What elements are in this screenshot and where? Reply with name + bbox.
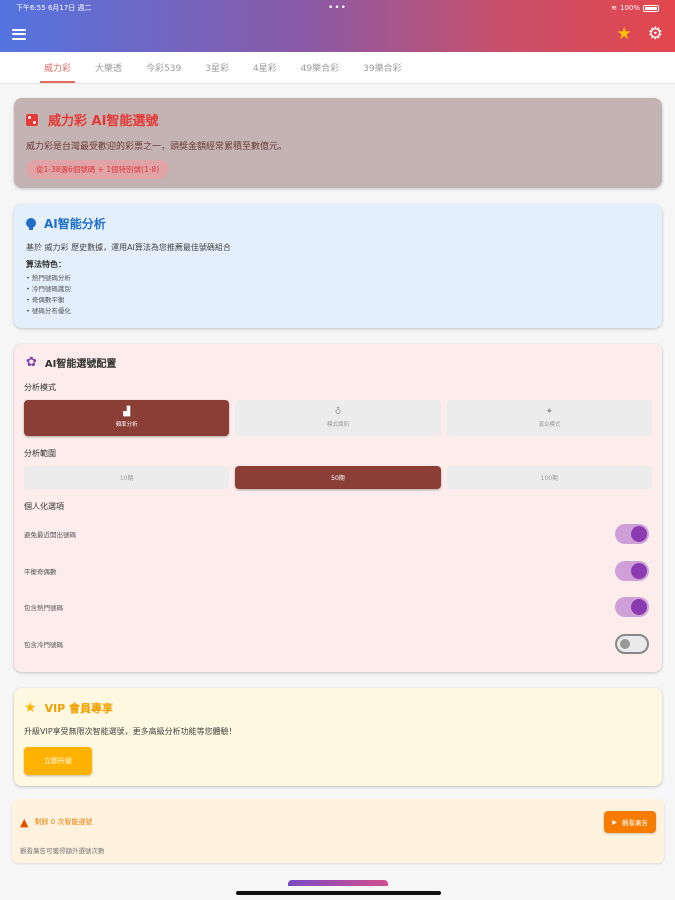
intro-title: 威力彩 AI智能選號 <box>48 114 159 129</box>
option-row: 包含冷門號碼 <box>24 626 652 663</box>
intro-description: 威力彩是台灣最受歡迎的彩票之一，頭獎金額經常累積至數億元。 <box>26 142 288 152</box>
ad-note: 觀看廣告可獲得額外選號次數 <box>20 847 105 855</box>
lottery-tabs: 威力彩 大樂透 今彩539 3星彩 4星彩 49樂合彩 39樂合彩 <box>0 52 675 84</box>
remaining-count: 剩餘 0 次智能選號 <box>34 818 93 826</box>
option-label: 包含熱門號碼 <box>24 604 63 613</box>
option-row: 避免最近開出號碼 <box>24 516 652 553</box>
option-label: 平衡奇偶數 <box>24 567 57 576</box>
intro-title-row: 威力彩 AI智能選號 <box>26 110 650 129</box>
mode-hybrid-button[interactable]: ✦ 混合模式 <box>446 400 652 436</box>
bar-chart-icon: ▟ <box>123 407 131 417</box>
intro-card: 威力彩 AI智能選號 威力彩是台灣最受歡迎的彩票之一，頭獎金額經常累積至數億元。… <box>14 98 662 188</box>
list-item: • 熱門號碼分析 <box>26 274 71 282</box>
option-label: 避免最近開出號碼 <box>24 531 76 540</box>
mode-frequency-button[interactable]: ▟ 頻率分析 <box>24 400 230 436</box>
bottom-sheet-peek <box>288 880 388 886</box>
vip-card: ★ VIP 會員專享 升級VIP享受無限次智能選號，更多高級分析功能等您體驗！ … <box>14 688 662 786</box>
config-card: ✿ AI智能選號配置 分析模式 ▟ 頻率分析 ♁ 模式識別 ✦ 混合模式 分析範… <box>14 344 662 672</box>
home-indicator[interactable] <box>236 891 441 895</box>
toolbar: ★ ⚙ <box>0 16 675 52</box>
dice-icon <box>26 113 38 126</box>
analysis-title: AI智能分析 <box>44 217 106 231</box>
mode-pattern-button[interactable]: ♁ 模式識別 <box>235 400 441 436</box>
warning-icon: ▲ <box>20 815 29 829</box>
battery-icon <box>643 4 659 12</box>
option-row: 平衡奇偶數 <box>24 553 652 590</box>
config-title-row: ✿ AI智能選號配置 <box>26 355 652 370</box>
star-icon: ★ <box>24 700 37 716</box>
wifi-icon: ≋ <box>611 4 617 12</box>
include-hot-toggle[interactable] <box>615 597 649 618</box>
status-right: ≋ 100% <box>611 4 659 12</box>
balance-odd-even-toggle[interactable] <box>615 560 649 581</box>
analysis-title-row: AI智能分析 <box>26 215 650 232</box>
quota-warning: ▲ 剩餘 0 次智能選號 <box>20 816 92 829</box>
status-bar: 下午6:55 6月17日 週二 ••• ≋ 100% <box>0 0 675 16</box>
analysis-description: 基於 威力彩 歷史數據，運用AI算法為您推薦最佳號碼組合 <box>26 243 231 252</box>
lightbulb-icon: ♁ <box>334 407 342 417</box>
range-50-button[interactable]: 50期 <box>235 466 441 489</box>
range-100-button[interactable]: 100期 <box>446 466 652 489</box>
config-title: AI智能選號配置 <box>44 359 117 370</box>
favorite-star-icon[interactable]: ★ <box>617 25 632 43</box>
range-selector: 10期 50期 100期 <box>24 466 652 489</box>
gear-icon: ✿ <box>26 355 37 370</box>
mode-label: 分析模式 <box>24 383 56 392</box>
rule-badge: 從1-38選6個號碼 + 1個特別號(1-8) <box>26 160 170 179</box>
tab-49lotto[interactable]: 49樂合彩 <box>289 61 351 83</box>
option-label: 包含冷門號碼 <box>24 640 63 649</box>
lightbulb-icon <box>26 217 36 230</box>
features-label: 算法特色： <box>26 260 66 269</box>
include-cold-toggle[interactable] <box>615 633 649 654</box>
tab-4star[interactable]: 4星彩 <box>241 61 289 83</box>
menu-icon[interactable] <box>12 28 26 40</box>
quota-row: ▲ 剩餘 0 次智能選號 ▶ 觀看廣告 <box>20 811 656 833</box>
status-time: 下午6:55 6月17日 週二 <box>16 4 92 12</box>
range-10-button[interactable]: 10期 <box>24 466 230 489</box>
list-item: • 奇偶數平衡 <box>26 296 65 304</box>
play-icon: ▶ <box>612 818 617 826</box>
watch-ad-button[interactable]: ▶ 觀看廣告 <box>604 811 656 833</box>
list-item: • 冷門號碼識別 <box>26 285 71 293</box>
features-list: • 熱門號碼分析 • 冷門號碼識別 • 奇偶數平衡 • 號碼分布優化 <box>26 273 650 317</box>
vip-description: 升級VIP享受無限次智能選號，更多高級分析功能等您體驗！ <box>24 727 237 736</box>
quota-card: ▲ 剩餘 0 次智能選號 ▶ 觀看廣告 觀看廣告可獲得額外選號次數 <box>12 799 664 863</box>
vip-title-row: ★ VIP 會員專享 <box>24 700 652 716</box>
vip-title: VIP 會員專享 <box>44 702 114 715</box>
upgrade-button[interactable]: 立即升級 <box>24 747 92 775</box>
settings-gear-icon[interactable]: ⚙ <box>648 25 663 43</box>
tab-lotto649[interactable]: 大樂透 <box>83 61 134 83</box>
battery-percent: 100% <box>619 4 640 12</box>
range-label: 分析範圍 <box>24 449 56 458</box>
personal-label: 個人化選項 <box>24 502 64 511</box>
tab-39lotto[interactable]: 39樂合彩 <box>351 61 413 83</box>
avoid-recent-toggle[interactable] <box>615 524 649 545</box>
tab-daily539[interactable]: 今彩539 <box>134 61 193 83</box>
multitask-dots[interactable]: ••• <box>328 3 347 13</box>
analysis-card: AI智能分析 基於 威力彩 歷史數據，運用AI算法為您推薦最佳號碼組合 算法特色… <box>14 204 662 328</box>
option-row: 包含熱門號碼 <box>24 589 652 626</box>
list-item: • 號碼分布優化 <box>26 307 71 315</box>
tab-3star[interactable]: 3星彩 <box>193 61 241 83</box>
mode-selector: ▟ 頻率分析 ♁ 模式識別 ✦ 混合模式 <box>24 400 652 436</box>
sparkle-icon: ✦ <box>545 407 554 417</box>
app-header: 下午6:55 6月17日 週二 ••• ≋ 100% ★ ⚙ <box>0 0 675 52</box>
tab-powerball[interactable]: 威力彩 <box>32 61 83 83</box>
